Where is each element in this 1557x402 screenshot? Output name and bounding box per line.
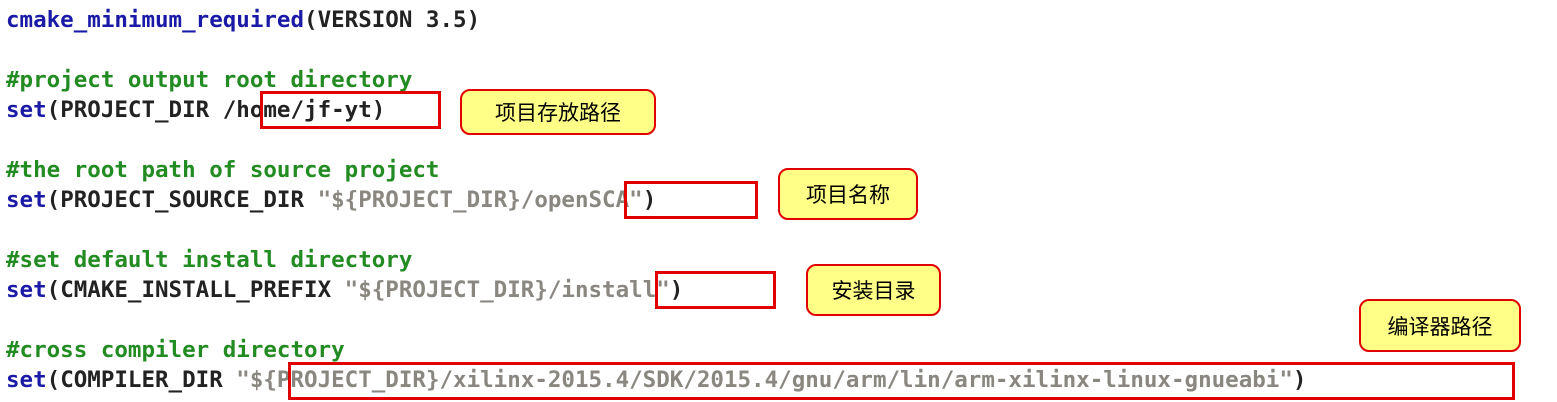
paren-open: ( (46, 277, 61, 303)
paren-open: ( (46, 367, 61, 393)
quote-open: " (344, 277, 359, 303)
comment-compiler: #cross compiler directory (6, 337, 345, 363)
version-arg: VERSION (317, 7, 413, 33)
install-value: install (561, 277, 657, 303)
code-line-source-dir: set(PROJECT_SOURCE_DIR "${PROJECT_DIR}/o… (6, 185, 656, 215)
quote-open: " (236, 367, 250, 393)
comment-install: #set default install directory (6, 247, 413, 273)
highlight-install (655, 271, 776, 309)
function-name: cmake_minimum_required (6, 7, 305, 33)
highlight-project-dir (260, 91, 441, 129)
variable-name: PROJECT_DIR (60, 97, 223, 123)
set-keyword: set (6, 187, 47, 213)
paren-open: ( (46, 97, 61, 123)
highlight-compiler-path (288, 362, 1515, 400)
set-keyword: set (6, 97, 47, 123)
paren-close: ) (466, 7, 481, 33)
paren-open: ( (46, 187, 61, 213)
callout-compiler-path: 编译器路径 (1359, 299, 1521, 352)
quote-open: " (317, 187, 332, 213)
variable-name: CMAKE_INSTALL_PREFIX (60, 277, 345, 303)
callout-install-dir: 安装目录 (806, 264, 941, 316)
project-dir-var: ${PROJECT_DIR}/ (358, 277, 562, 303)
code-line-install: set(CMAKE_INSTALL_PREFIX "${PROJECT_DIR}… (6, 275, 683, 305)
code-line-cmake-min: cmake_minimum_required(VERSION 3.5) (6, 5, 480, 35)
comment-source: #the root path of source project (6, 157, 440, 183)
paren-open: ( (304, 7, 318, 33)
version-number: 3.5 (412, 7, 467, 33)
variable-name: COMPILER_DIR (60, 367, 237, 393)
variable-name: PROJECT_SOURCE_DIR (60, 187, 318, 213)
callout-project-name: 项目名称 (778, 168, 918, 220)
set-keyword: set (6, 277, 47, 303)
highlight-project-name (624, 181, 758, 219)
project-name-value: openSCA (534, 187, 630, 213)
set-keyword: set (6, 367, 47, 393)
callout-project-dir: 项目存放路径 (460, 89, 656, 135)
project-dir-var: ${PROJECT_DIR}/ (331, 187, 535, 213)
